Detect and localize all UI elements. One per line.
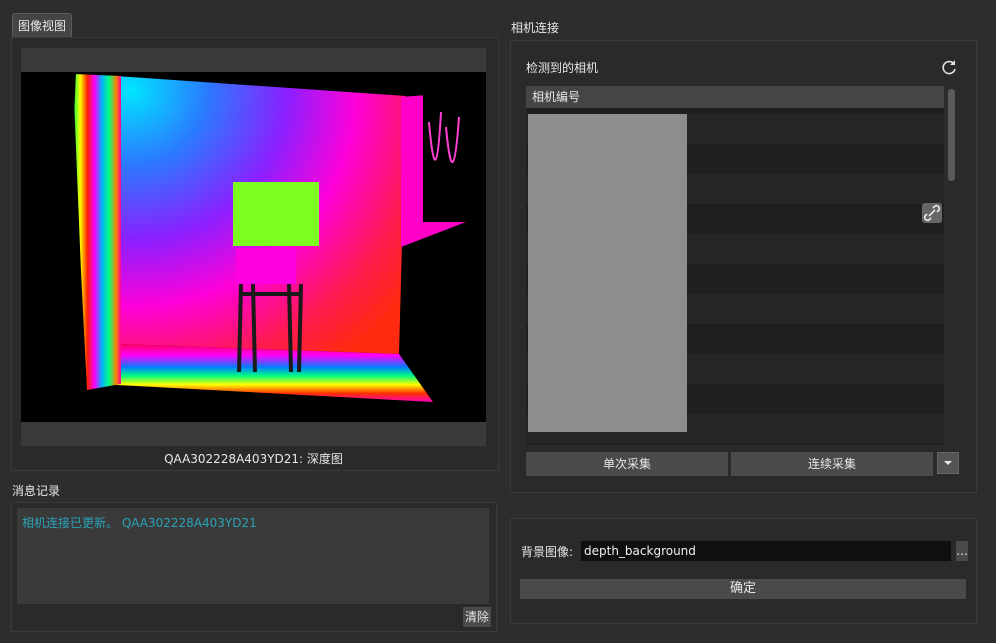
redacted-camera-list — [528, 114, 687, 432]
continuous-capture-button[interactable]: 连续采集 — [731, 452, 933, 476]
clear-log-button[interactable]: 清除 — [463, 607, 491, 627]
scrollbar-thumb[interactable] — [948, 89, 955, 181]
background-image-label: 背景图像: — [521, 545, 574, 559]
browse-button[interactable]: ... — [956, 541, 968, 561]
depth-image-graphic — [21, 72, 466, 422]
background-image-group — [510, 518, 977, 624]
depth-image[interactable] — [21, 72, 486, 422]
confirm-button[interactable]: 确定 — [520, 579, 966, 599]
tab-image-view[interactable]: 图像视图 — [12, 13, 72, 38]
refresh-icon[interactable] — [939, 57, 959, 77]
log-title: 消息记录 — [12, 484, 61, 498]
camera-connection-title: 相机连接 — [511, 21, 560, 35]
image-caption: QAA302228A403YD21: 深度图 — [164, 452, 343, 466]
camera-id-column-header[interactable]: 相机编号 — [526, 86, 944, 108]
detected-cameras-label: 检测到的相机 — [526, 61, 599, 75]
link-icon[interactable] — [922, 203, 942, 223]
log-message: 相机连接已更新。 QAA302228A403YD21 — [22, 516, 257, 530]
chevron-down-icon — [944, 461, 952, 465]
capture-mode-dropdown[interactable] — [937, 452, 959, 474]
background-image-input[interactable]: depth_background — [581, 541, 951, 561]
single-capture-button[interactable]: 单次采集 — [526, 452, 728, 476]
